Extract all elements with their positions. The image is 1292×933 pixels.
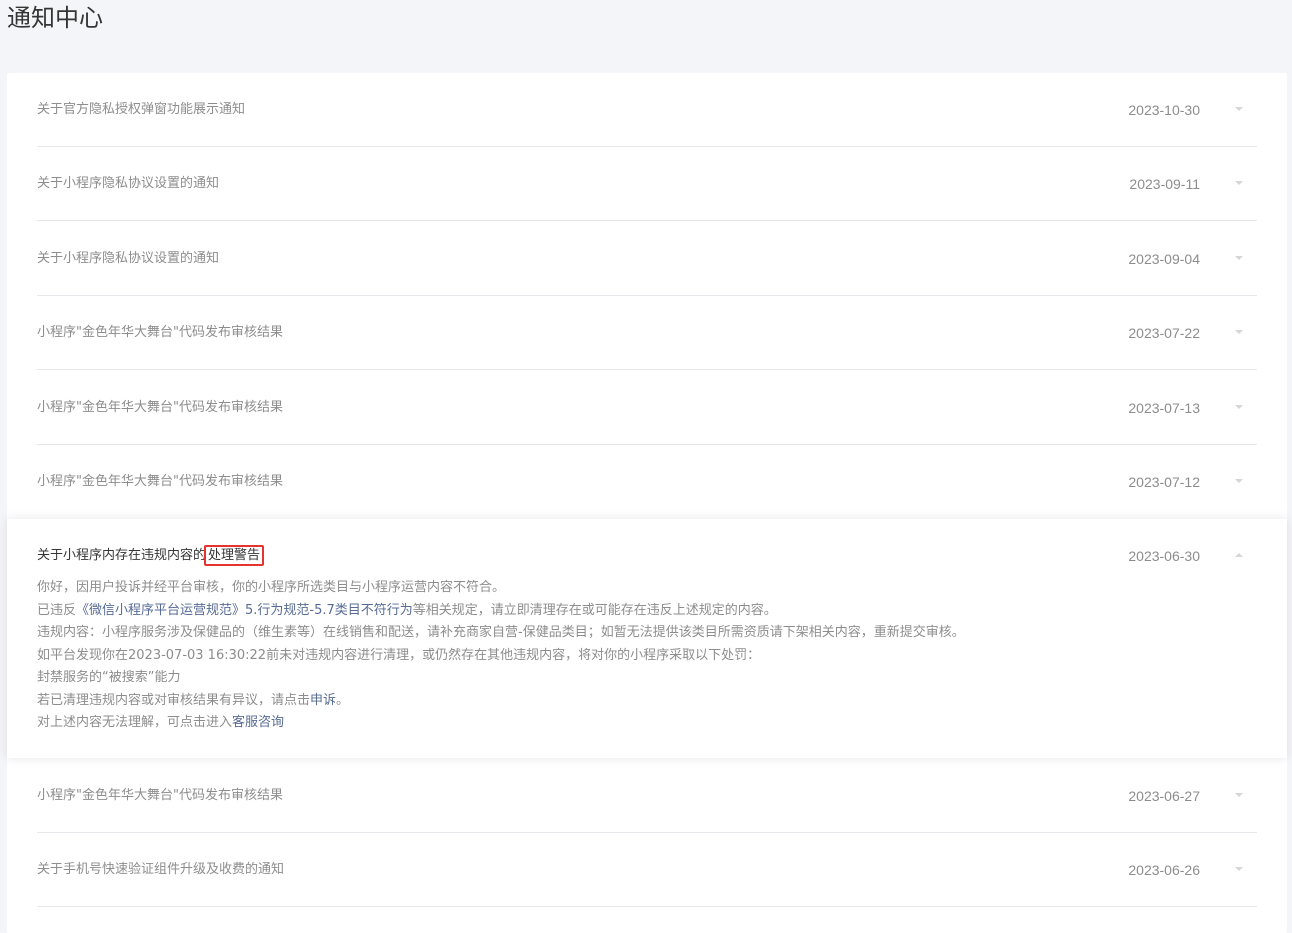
divider: [37, 906, 1257, 907]
notice-item[interactable]: 小程序"金色年华大舞台"代码发布审核结果 2023-07-13: [7, 371, 1287, 445]
text-segment: 等相关规定，请立即清理存在或可能存在违反上述规定的内容。: [412, 602, 777, 618]
text-segment: 已违反: [37, 602, 77, 618]
customer-service-link[interactable]: 客服咨询: [232, 715, 284, 730]
chevron-down-icon[interactable]: [1235, 867, 1243, 871]
text-segment: 对上述内容无法理解，可点击进入: [37, 715, 233, 730]
notice-date: 2023-06-26: [1128, 862, 1200, 878]
notice-date: 2023-07-12: [1128, 474, 1200, 490]
chevron-down-icon[interactable]: [1235, 107, 1243, 111]
notice-title[interactable]: 小程序"金色年华大舞台"代码发布审核结果: [37, 399, 283, 417]
notice-header[interactable]: 小程序"金色年华大舞台"代码发布审核结果 2023-07-22: [7, 296, 1287, 370]
notice-date: 2023-10-30: [1128, 102, 1200, 118]
notice-date: 2023-09-04: [1128, 251, 1200, 267]
notice-date: 2023-09-11: [1129, 176, 1200, 192]
page-title: 通知中心: [7, 4, 103, 32]
chevron-down-icon[interactable]: [1235, 479, 1243, 483]
notice-list-card: 关于官方隐私授权弹窗功能展示通知 2023-10-30 关于小程序隐私协议设置的…: [7, 73, 1287, 933]
notice-title[interactable]: 小程序"金色年华大舞台"代码发布审核结果: [37, 324, 283, 342]
notice-header[interactable]: 关于小程序隐私协议设置的通知 2023-09-04: [7, 222, 1287, 296]
notice-date: 2023-07-13: [1128, 400, 1200, 416]
notice-title[interactable]: 关于手机号快速验证组件升级及收费的通知: [37, 861, 284, 879]
chevron-down-icon[interactable]: [1235, 330, 1243, 334]
notice-body-line: 已违反《微信小程序平台运营规范》5.行为规范-5.7类目不符行为等相关规定，请立…: [37, 600, 1237, 623]
notice-date: 2023-07-22: [1128, 325, 1200, 341]
notice-item[interactable]: 小程序"金色年华大舞台"代码发布审核结果 2023-06-27: [7, 759, 1287, 833]
divider: [37, 369, 1257, 370]
chevron-up-icon[interactable]: [1235, 553, 1243, 557]
divider: [37, 220, 1257, 221]
notice-date: 2023-06-27: [1128, 788, 1200, 804]
notice-body-line: 如平台发现你在2023-07-03 16:30:22前未对违规内容进行清理，或仍…: [37, 647, 761, 663]
notice-title[interactable]: 小程序"金色年华大舞台"代码发布审核结果: [37, 787, 283, 805]
text-segment: 。: [336, 692, 350, 708]
notice-title[interactable]: 关于小程序隐私协议设置的通知: [37, 250, 219, 268]
notice-header[interactable]: 关于官方隐私授权弹窗功能展示通知 2023-10-30: [7, 73, 1287, 147]
highlight-box: 处理警告: [204, 545, 265, 566]
chevron-down-icon[interactable]: [1235, 256, 1243, 260]
notice-header[interactable]: 小程序"金色年华大舞台"代码发布审核结果 2023-06-27: [7, 759, 1287, 833]
notice-item[interactable]: 小程序"金色年华大舞台"代码发布审核结果 2023-07-22: [7, 296, 1287, 370]
rules-link[interactable]: 《微信小程序平台运营规范》5.行为规范-5.7类目不符行为: [76, 603, 413, 618]
notice-title[interactable]: 关于小程序内存在违规内容的 处理警告: [37, 545, 265, 566]
notice-date: 2023-06-30: [1128, 548, 1200, 564]
notice-body-line: 你好，因用户投诉并经平台审核，你的小程序所选类目与小程序运营内容不符合。: [37, 580, 506, 595]
appeal-link[interactable]: 申诉: [310, 693, 336, 708]
notice-body-line: 若已清理违规内容或对审核结果有异议，请点击申诉。: [37, 690, 1237, 713]
notice-header[interactable]: 小程序"金色年华大舞台"代码发布审核结果 2023-07-12: [7, 445, 1287, 519]
chevron-down-icon[interactable]: [1235, 405, 1243, 409]
notice-body-line: 对上述内容无法理解，可点击进入客服咨询: [37, 712, 1237, 735]
notice-header[interactable]: 关于手机号快速验证组件升级及收费的通知 2023-06-26: [7, 833, 1287, 907]
notice-item[interactable]: 关于官方隐私授权弹窗功能展示通知 2023-10-30: [7, 73, 1287, 147]
notice-body-line: 封禁服务的“被搜索”能力: [37, 670, 181, 685]
notice-item[interactable]: 关于小程序隐私协议设置的通知 2023-09-11: [7, 147, 1287, 221]
notice-item[interactable]: 关于小程序隐私协议设置的通知 2023-09-04: [7, 222, 1287, 296]
notice-title[interactable]: 关于官方隐私授权弹窗功能展示通知: [37, 101, 245, 119]
notice-body: 你好，因用户投诉并经平台审核，你的小程序所选类目与小程序运营内容不符合。 已违反…: [37, 577, 1237, 735]
notice-item[interactable]: 关于手机号快速验证组件升级及收费的通知 2023-06-26: [7, 833, 1287, 907]
notice-body-line: 违规内容：小程序服务涉及保健品的（维生素等）在线销售和配送，请补充商家自营-保健…: [37, 625, 965, 640]
notice-header[interactable]: 关于小程序隐私协议设置的通知 2023-09-11: [7, 147, 1287, 221]
notice-item-expanded[interactable]: 关于小程序内存在违规内容的 处理警告 2023-06-30 你好，因用户投诉并经平…: [7, 519, 1287, 758]
text-segment: 若已清理违规内容或对审核结果有异议，请点击: [37, 692, 311, 708]
notice-title[interactable]: 关于小程序隐私协议设置的通知: [37, 175, 219, 193]
chevron-down-icon[interactable]: [1235, 181, 1243, 185]
notice-title[interactable]: 小程序"金色年华大舞台"代码发布审核结果: [37, 473, 283, 491]
notice-title-text: 关于小程序内存在违规内容的: [37, 548, 207, 563]
notice-header[interactable]: 小程序"金色年华大舞台"代码发布审核结果 2023-07-13: [7, 371, 1287, 445]
notice-item[interactable]: 小程序"金色年华大舞台"代码发布审核结果 2023-07-12: [7, 445, 1287, 519]
chevron-down-icon[interactable]: [1235, 793, 1243, 797]
